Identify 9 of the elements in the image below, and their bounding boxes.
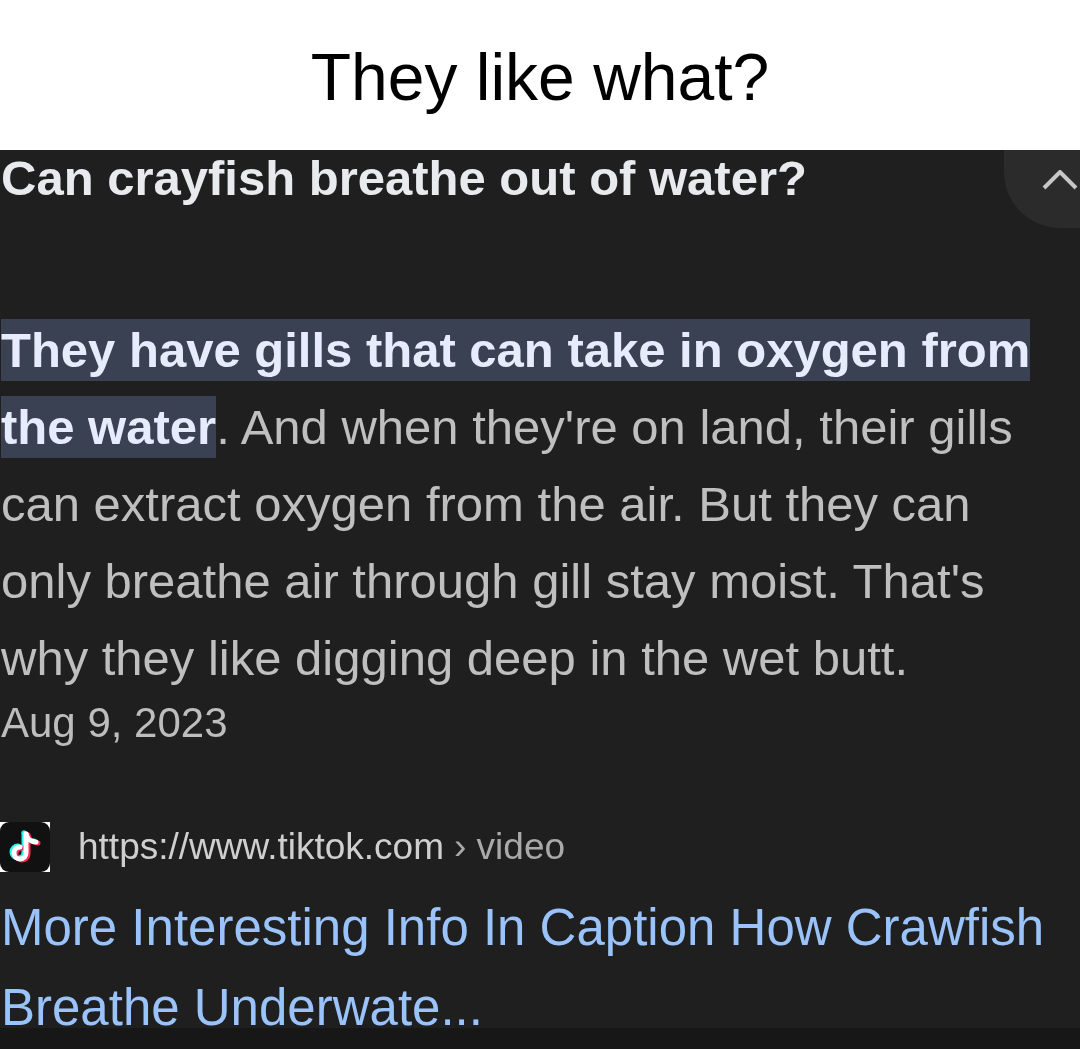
source-url: https://www.tiktok.com bbox=[78, 825, 444, 869]
source-path: › video bbox=[454, 825, 566, 869]
collapse-button[interactable] bbox=[1004, 150, 1080, 228]
music-note-icon bbox=[0, 822, 50, 872]
snippet-date: Aug 9, 2023 bbox=[1, 698, 229, 748]
answer-snippet: They have gills that can take in oxygen from the water. And when they're on land, their gills can extract oxygen from the air. But they can only breathe air through gill stay moist. That's why they like digging deep in the wet butt. bbox=[1, 312, 1061, 697]
question-heading: Can crayfish breathe out of water? bbox=[1, 150, 808, 207]
result-title-link[interactable]: More Interesting Info In Caption How Crawfish Breathe Underwate... bbox=[1, 888, 1066, 1048]
meme-caption: They like what? bbox=[310, 39, 770, 115]
